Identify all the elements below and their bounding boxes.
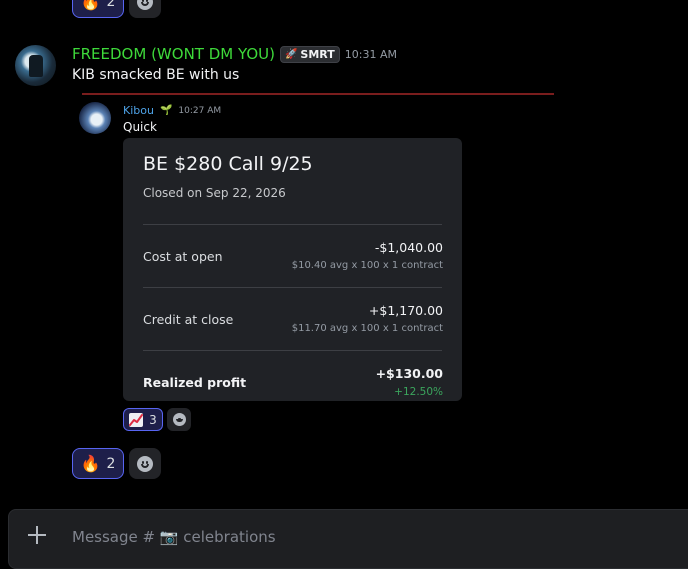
add-reaction-button[interactable] (129, 448, 161, 479)
reaction-fire[interactable]: 🔥 2 (72, 448, 124, 479)
row-detail-credit: $11.70 avg x 100 x 1 contract (291, 323, 443, 334)
card-divider (143, 224, 442, 225)
forwarded-header: Kibou 🌱 10:27 AM (123, 104, 221, 117)
row-label-credit: Credit at close (143, 312, 234, 327)
reaction-chart-increasing[interactable]: 3 (123, 408, 163, 431)
message-timestamp: 10:31 AM (344, 47, 397, 61)
sprout-icon: 🌱 (159, 105, 173, 116)
card-subtitle: Closed on Sep 22, 2026 (143, 186, 286, 200)
row-amount-profit: +$130.00 (375, 366, 443, 381)
reaction-count: 2 (106, 0, 116, 10)
row-amount-credit: +$1,170.00 (368, 303, 443, 318)
message-text: KIB smacked BE with us (72, 67, 240, 83)
forwarded-text: Quick (123, 120, 157, 134)
add-reaction-icon (172, 413, 186, 426)
card-divider (143, 287, 442, 288)
reaction-fire[interactable]: 🔥 2 (72, 0, 124, 18)
reaction-count: 2 (106, 455, 116, 472)
fire-emoji-icon: 🔥 (80, 453, 101, 473)
add-reaction-icon (137, 0, 153, 10)
message-input[interactable]: Message # 📷 celebrations (72, 528, 276, 546)
role-tag[interactable]: 🚀 SMRT (279, 45, 340, 63)
add-reaction-button[interactable] (129, 0, 161, 18)
forwarded-author-name[interactable]: Kibou (123, 104, 154, 117)
add-reaction-icon (137, 455, 153, 472)
trade-card[interactable]: BE $280 Call 9/25 Closed on Sep 22, 2026… (123, 138, 462, 401)
row-amount-cost: -$1,040.00 (374, 240, 443, 255)
rocket-icon: 🚀 (284, 48, 298, 60)
card-title: BE $280 Call 9/25 (143, 153, 313, 175)
row-detail-profit-percent: +12.50% (394, 386, 443, 398)
role-tag-label: SMRT (300, 47, 335, 61)
fire-emoji-icon: 🔥 (80, 0, 101, 11)
chart-increasing-icon (129, 412, 144, 427)
message-header: FREEDOM (WONT DM YOU) 🚀 SMRT 10:31 AM (72, 45, 397, 63)
reaction-count: 3 (149, 412, 157, 427)
message-composer[interactable]: Message # 📷 celebrations (8, 509, 688, 569)
author-name[interactable]: FREEDOM (WONT DM YOU) (72, 45, 275, 63)
avatar[interactable] (15, 45, 56, 86)
card-divider (143, 350, 442, 351)
divider (82, 93, 554, 95)
plus-icon[interactable] (26, 524, 48, 546)
row-label-cost: Cost at open (143, 249, 223, 264)
add-reaction-button[interactable] (167, 408, 191, 431)
row-detail-cost: $10.40 avg x 100 x 1 contract (291, 260, 443, 271)
forwarded-avatar[interactable] (79, 102, 111, 134)
row-label-profit: Realized profit (143, 375, 247, 390)
forwarded-timestamp: 10:27 AM (178, 105, 222, 116)
